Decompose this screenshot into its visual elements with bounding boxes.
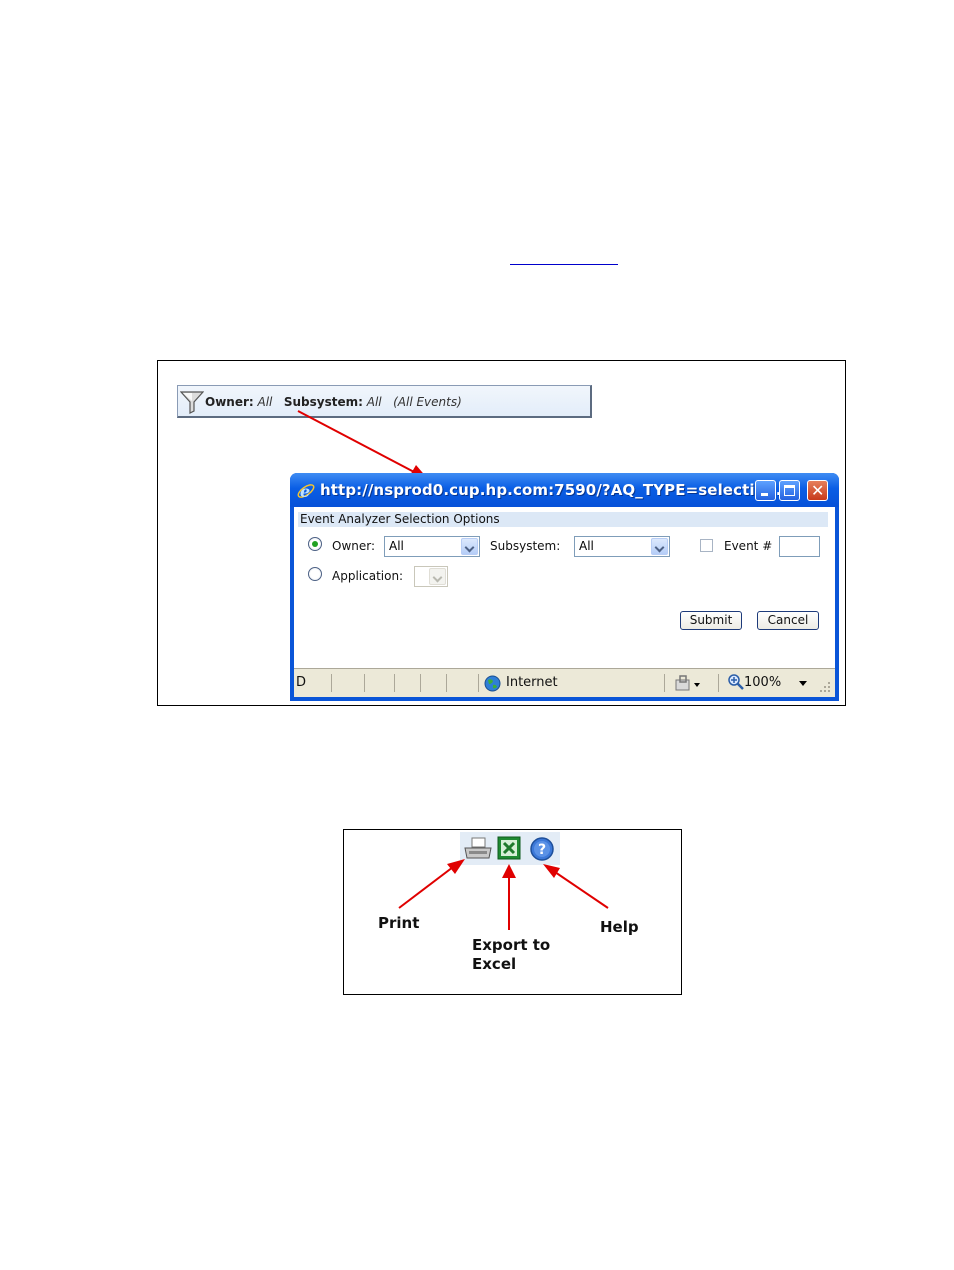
application-radio[interactable] [308, 567, 322, 581]
chevron-down-icon [461, 538, 478, 555]
popup-content: Event Analyzer Selection Options Owner: … [294, 507, 835, 668]
popup-title: http://nsprod0.cup.hp.com:7590/?AQ_TYPE=… [320, 481, 794, 499]
zone-text: Internet [506, 675, 558, 690]
maximize-icon [784, 485, 795, 496]
export-callout-line2: Excel [472, 955, 517, 973]
status-text: D [296, 675, 307, 690]
help-callout: Help [600, 918, 639, 936]
owner-select-value: All [389, 539, 404, 553]
status-divider [394, 674, 395, 692]
status-divider [331, 674, 332, 692]
section-header: Event Analyzer Selection Options [298, 512, 828, 527]
print-callout: Print [378, 914, 420, 932]
owner-select[interactable]: All [384, 536, 480, 557]
event-checkbox[interactable] [700, 539, 713, 552]
status-divider [364, 674, 365, 692]
event-field-label: Event # [724, 539, 773, 553]
zoom-level[interactable]: 100% [744, 675, 781, 690]
zoom-icon [728, 674, 744, 690]
application-select[interactable] [414, 566, 448, 587]
status-divider [718, 674, 719, 692]
protected-mode-icon[interactable] [674, 675, 702, 692]
export-callout-line1: Export to [472, 936, 551, 954]
close-button[interactable]: ✕ [807, 480, 828, 501]
zoom-dropdown-icon[interactable] [799, 681, 807, 686]
submit-button[interactable]: Submit [680, 611, 742, 630]
status-divider [478, 674, 479, 692]
maximize-button[interactable] [779, 480, 800, 501]
selection-popup-window: e http://nsprod0.cup.hp.com:7590/?AQ_TYP… [290, 473, 839, 701]
owner-radio[interactable] [308, 537, 322, 551]
radio-selected-dot [312, 541, 318, 547]
subsystem-field-label: Subsystem: [490, 539, 561, 553]
status-divider [420, 674, 421, 692]
event-analyzer-figure: Owner: All Subsystem: All (All Events) e… [157, 360, 846, 706]
status-bar: D Internet 100% [294, 668, 835, 697]
subsystem-select-value: All [579, 539, 594, 553]
globe-icon [484, 675, 501, 692]
toolbar-legend-figure: ? Print Export to Excel Help [343, 829, 682, 995]
ie-icon: e [296, 481, 316, 501]
minimize-icon [761, 493, 768, 496]
popup-titlebar[interactable]: e http://nsprod0.cup.hp.com:7590/?AQ_TYP… [290, 473, 839, 507]
cancel-button[interactable]: Cancel [757, 611, 819, 630]
subsystem-select[interactable]: All [574, 536, 670, 557]
resize-grip-icon[interactable] [819, 681, 831, 693]
close-icon: ✕ [811, 481, 825, 500]
chevron-down-icon [651, 538, 668, 555]
hyperlink-underline[interactable] [510, 264, 618, 265]
event-number-input[interactable] [779, 536, 820, 557]
status-divider [446, 674, 447, 692]
owner-field-label: Owner: [332, 539, 376, 553]
chevron-down-icon [429, 568, 446, 585]
status-divider [664, 674, 665, 692]
svg-text:e: e [300, 482, 310, 501]
application-field-label: Application: [332, 569, 404, 583]
minimize-button[interactable] [755, 480, 776, 501]
